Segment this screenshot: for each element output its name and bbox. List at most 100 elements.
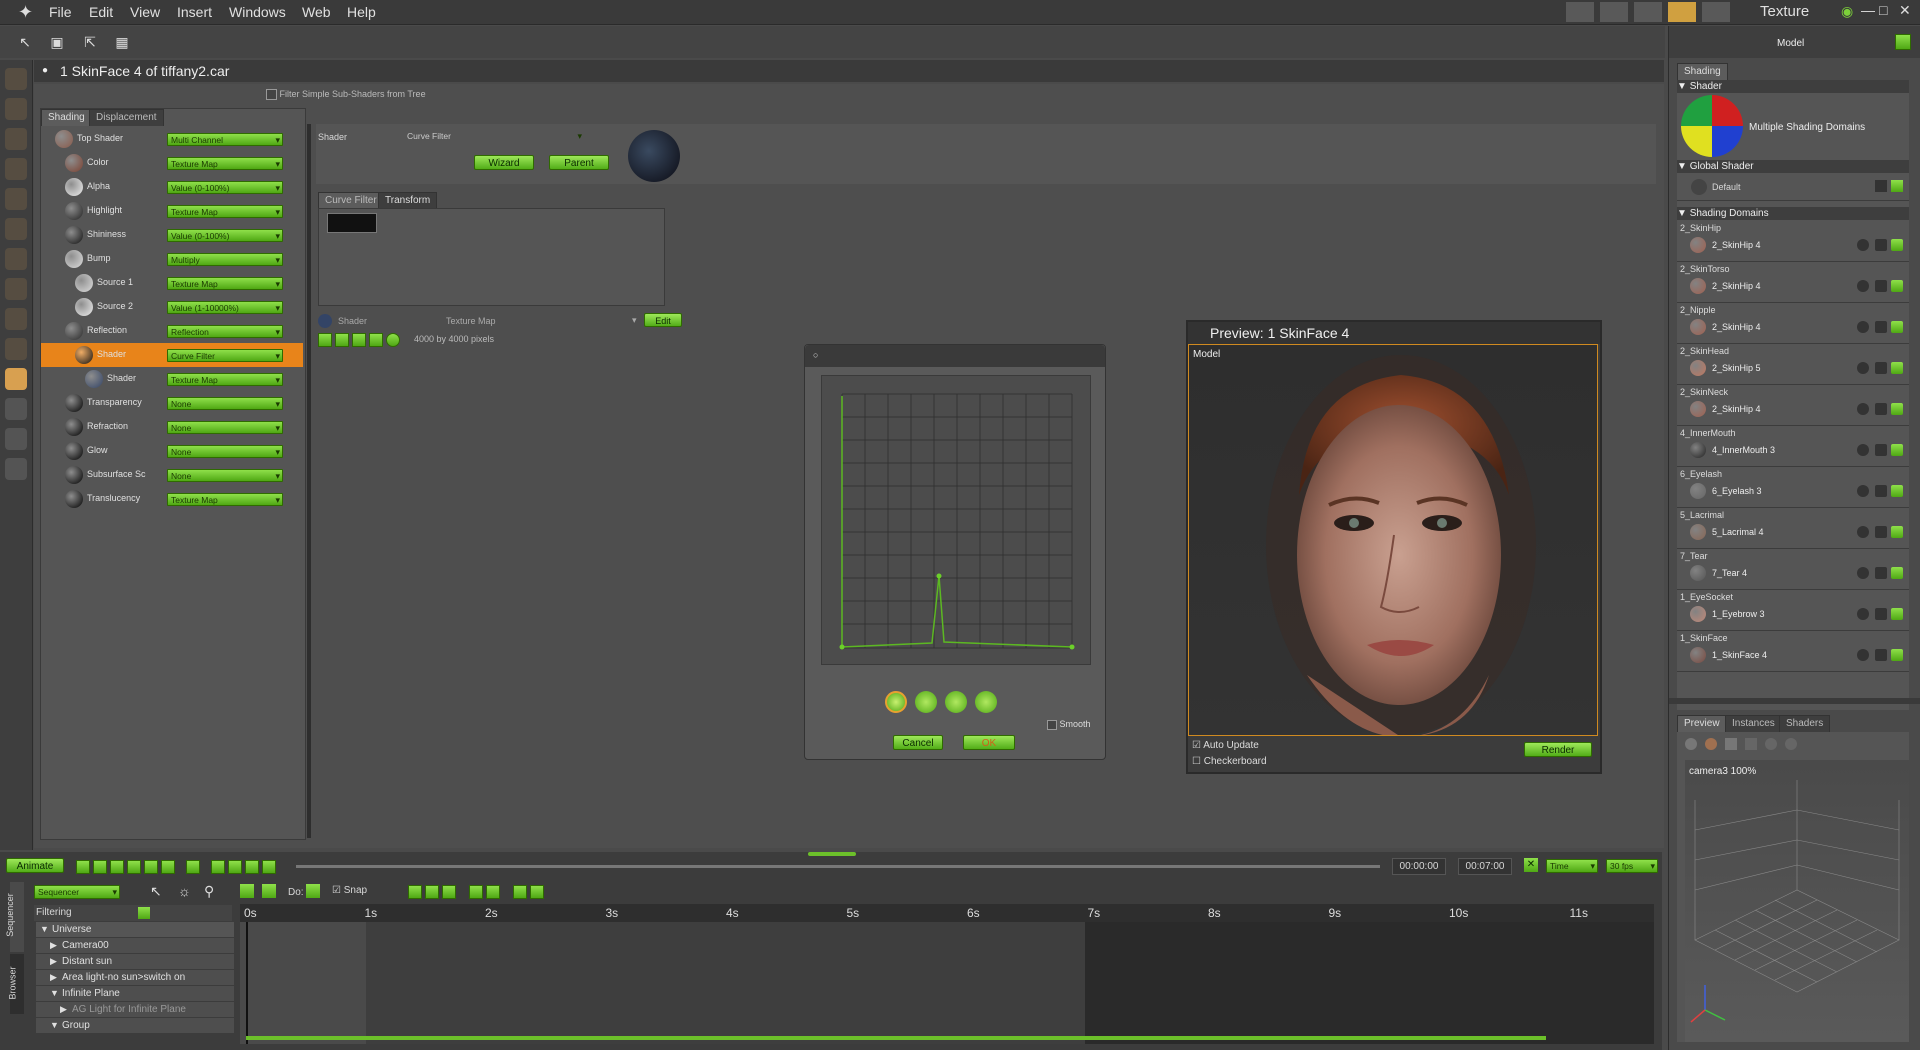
scale-tool-icon[interactable]: ▦ [112,32,132,52]
track-row[interactable]: ▼ Infinite Plane [36,986,234,1001]
domain-link-icon[interactable] [1857,608,1869,620]
fps-select[interactable]: 30 fps [1606,859,1658,873]
shader-type-dropdown[interactable]: Value (0-100%) [167,181,283,194]
collapse-arrow-icon[interactable]: ▼ [50,986,59,1001]
curve-in-icon[interactable] [469,885,483,899]
track-row[interactable]: ▶ Camera00 [36,938,234,953]
curve-graph[interactable] [822,376,1090,664]
track-row[interactable]: ▶ AG Light for Infinite Plane [36,1002,234,1017]
menu-edit[interactable]: Edit [89,4,113,20]
shader-type-dropdown[interactable]: Texture Map [167,157,283,170]
domain-link-icon[interactable] [1857,485,1869,497]
smooth-option[interactable]: Smooth [1047,719,1091,730]
time-ruler[interactable] [240,904,1654,922]
view-icon-3[interactable] [1725,738,1737,750]
tab-shaders[interactable]: Shaders [1779,715,1831,732]
curve-smooth-icon[interactable] [442,885,456,899]
global-shader-item[interactable]: Default [1677,174,1909,201]
collapse-arrow-icon[interactable]: ▼ [40,922,49,937]
domain-menu-icon[interactable] [1891,403,1903,415]
domain-edit-icon[interactable] [1875,362,1887,374]
domain-menu-icon[interactable] [1891,649,1903,661]
tool-9-icon[interactable] [5,308,27,330]
room-pen-icon[interactable] [1634,2,1662,22]
open-texture-icon[interactable] [318,333,332,347]
animate-button[interactable]: Animate [6,858,64,873]
domain-menu-icon[interactable] [1891,280,1903,292]
shader-type-dropdown[interactable]: Value (0-100%) [167,229,283,242]
expand-arrow-icon[interactable]: ▶ [50,970,57,985]
domain-edit-icon[interactable] [1875,403,1887,415]
menu-web[interactable]: Web [302,4,331,20]
add-icon[interactable] [1895,34,1911,50]
keyframe-remove-icon[interactable] [245,860,259,874]
room-eraser-icon[interactable] [1702,2,1730,22]
minimize-icon[interactable]: — [1861,2,1875,18]
global-shader-menu-icon[interactable] [1891,180,1903,192]
side-tab-sequencer[interactable]: Sequencer [5,882,24,952]
track-row[interactable]: ▼ Universe [36,922,234,937]
shading-domain-item[interactable]: 2_SkinNeck 2_SkinHip 4 [1677,385,1909,426]
shader-type-dropdown[interactable]: Multiply [167,253,283,266]
camera-viewport[interactable]: camera3 100% [1685,760,1909,1042]
domain-menu-icon[interactable] [1891,526,1903,538]
side-tab-browser[interactable]: Browser [8,954,24,1014]
domain-edit-icon[interactable] [1875,444,1887,456]
domain-link-icon[interactable] [1857,321,1869,333]
sun-tool-icon[interactable]: ☼ [178,883,191,899]
shader-tree-row[interactable]: Bump Multiply [41,247,303,271]
menu-insert[interactable]: Insert [177,4,212,20]
shader-tree-row[interactable]: Refraction None [41,415,303,439]
menu-windows[interactable]: Windows [229,4,286,20]
tool-3-icon[interactable] [5,128,27,150]
domain-edit-icon[interactable] [1875,608,1887,620]
view-icon-6[interactable] [1785,738,1797,750]
shading-domain-item[interactable]: 5_Lacrimal 5_Lacrimal 4 [1677,508,1909,549]
shader-tree-row[interactable]: Source 2 Value (1-10000%) [41,295,303,319]
tool-11-icon[interactable] [5,368,27,390]
shader-tree-row[interactable]: Top Shader Multi Channel [41,127,303,151]
shader-type-dropdown[interactable]: Texture Map [167,373,283,386]
maximize-icon[interactable]: □ [1879,2,1887,18]
preview-titlebar[interactable]: Preview: 1 SkinFace 4 [1188,322,1600,344]
curve-reset-icon[interactable] [975,691,997,713]
expand-arrow-icon[interactable]: ▶ [50,954,57,969]
tab-instances[interactable]: Instances [1725,715,1782,732]
domain-menu-icon[interactable] [1891,567,1903,579]
shading-domain-item[interactable]: 2_SkinHead 2_SkinHip 5 [1677,344,1909,385]
texture-tool-2-icon[interactable] [335,333,349,347]
auto-update-option[interactable]: ☑ Auto Update [1192,740,1259,751]
curve-remove-point-icon[interactable] [945,691,967,713]
shader-tree-row[interactable]: Color Texture Map [41,151,303,175]
domain-link-icon[interactable] [1857,362,1869,374]
tab-curve-filter[interactable]: Curve Filter [318,192,384,209]
time-mode-select[interactable]: Time [1546,859,1598,873]
auto-update-checkbox[interactable]: ☑ [1192,740,1201,751]
edit-button[interactable]: Edit [644,313,682,327]
domain-edit-icon[interactable] [1875,280,1887,292]
arrow-tool-icon[interactable]: ↖ [15,32,35,52]
domain-menu-icon[interactable] [1891,239,1903,251]
domain-link-icon[interactable] [1857,280,1869,292]
domain-menu-icon[interactable] [1891,321,1903,333]
filter-checkbox[interactable] [266,89,277,101]
shader-type-dropdown[interactable]: None [167,421,283,434]
domain-edit-icon[interactable] [1875,567,1887,579]
playhead[interactable] [246,922,248,1044]
tool-2-icon[interactable] [5,98,27,120]
tool-10-icon[interactable] [5,338,27,360]
room-model-icon[interactable] [1600,2,1628,22]
view-icon-4[interactable] [1745,738,1757,750]
domain-edit-icon[interactable] [1875,321,1887,333]
collapse-arrow-icon[interactable]: ▼ [50,1018,59,1033]
tab-transform[interactable]: Transform [378,192,438,209]
shading-domain-item[interactable]: 1_SkinFace 1_SkinFace 4 [1677,631,1909,672]
curve-dialog-titlebar[interactable]: ○ [805,345,1105,367]
global-shader-header[interactable]: ▼ Global Shader [1677,160,1909,173]
fit-icon[interactable] [240,884,254,898]
go-end-icon[interactable] [161,860,175,874]
curve-add-point-icon[interactable] [915,691,937,713]
shading-domain-item[interactable]: 4_InnerMouth 4_InnerMouth 3 [1677,426,1909,467]
sub-shader-dropdown-icon[interactable]: ▾ [632,315,637,326]
keyframe-prev-icon[interactable] [211,860,225,874]
